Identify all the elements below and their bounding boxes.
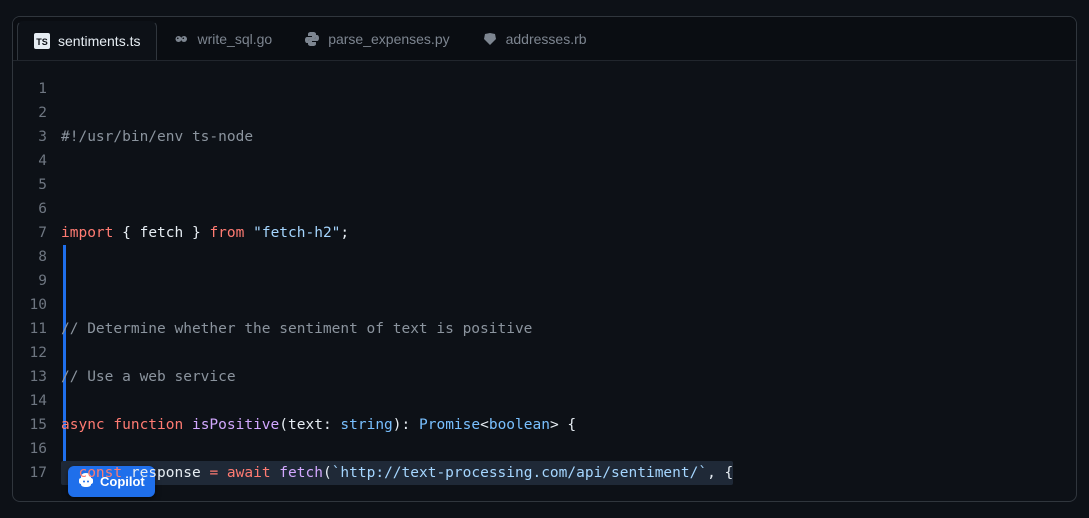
- line-number: 10: [13, 293, 47, 317]
- line-number: 2: [13, 101, 47, 125]
- tab-label: parse_expenses.py: [328, 31, 449, 47]
- code-editor: TS sentiments.ts write_sql.go parse_expe…: [12, 16, 1077, 502]
- typescript-icon: TS: [34, 33, 50, 49]
- tab-bar: TS sentiments.ts write_sql.go parse_expe…: [13, 17, 1076, 61]
- line-number-gutter: 1 2 3 4 5 6 7 8 9 10 11 12 13 14 15 16 1…: [13, 77, 61, 502]
- tab-write-sql[interactable]: write_sql.go: [157, 17, 288, 60]
- tab-label: addresses.rb: [506, 31, 587, 47]
- line-number: 11: [13, 317, 47, 341]
- line-number: 16: [13, 437, 47, 461]
- tab-label: sentiments.ts: [58, 33, 140, 49]
- python-icon: [304, 31, 320, 47]
- code-text: #!/usr/bin/env ts-node: [61, 129, 253, 145]
- go-icon: [173, 31, 189, 47]
- line-number: 13: [13, 365, 47, 389]
- ruby-icon: [482, 31, 498, 47]
- tab-parse-expenses[interactable]: parse_expenses.py: [288, 17, 465, 60]
- line-number: 17: [13, 461, 47, 485]
- line-number: 8: [13, 245, 47, 269]
- tab-sentiments[interactable]: TS sentiments.ts: [17, 21, 157, 60]
- line-number: 15: [13, 413, 47, 437]
- line-number: 6: [13, 197, 47, 221]
- code-content[interactable]: #!/usr/bin/env ts-node import { fetch } …: [61, 77, 1076, 502]
- line-number: 14: [13, 389, 47, 413]
- code-comment: // Use a web service: [61, 369, 236, 385]
- tab-label: write_sql.go: [197, 31, 272, 47]
- line-number: 4: [13, 149, 47, 173]
- line-number: 5: [13, 173, 47, 197]
- line-number: 1: [13, 77, 47, 101]
- tab-addresses[interactable]: addresses.rb: [466, 17, 603, 60]
- line-number: 12: [13, 341, 47, 365]
- svg-text:TS: TS: [36, 37, 48, 47]
- line-number: 7: [13, 221, 47, 245]
- code-text: import: [61, 225, 113, 241]
- code-comment: // Determine whether the sentiment of te…: [61, 321, 532, 337]
- code-area[interactable]: 1 2 3 4 5 6 7 8 9 10 11 12 13 14 15 16 1…: [13, 61, 1076, 502]
- line-number: 3: [13, 125, 47, 149]
- line-number: 9: [13, 269, 47, 293]
